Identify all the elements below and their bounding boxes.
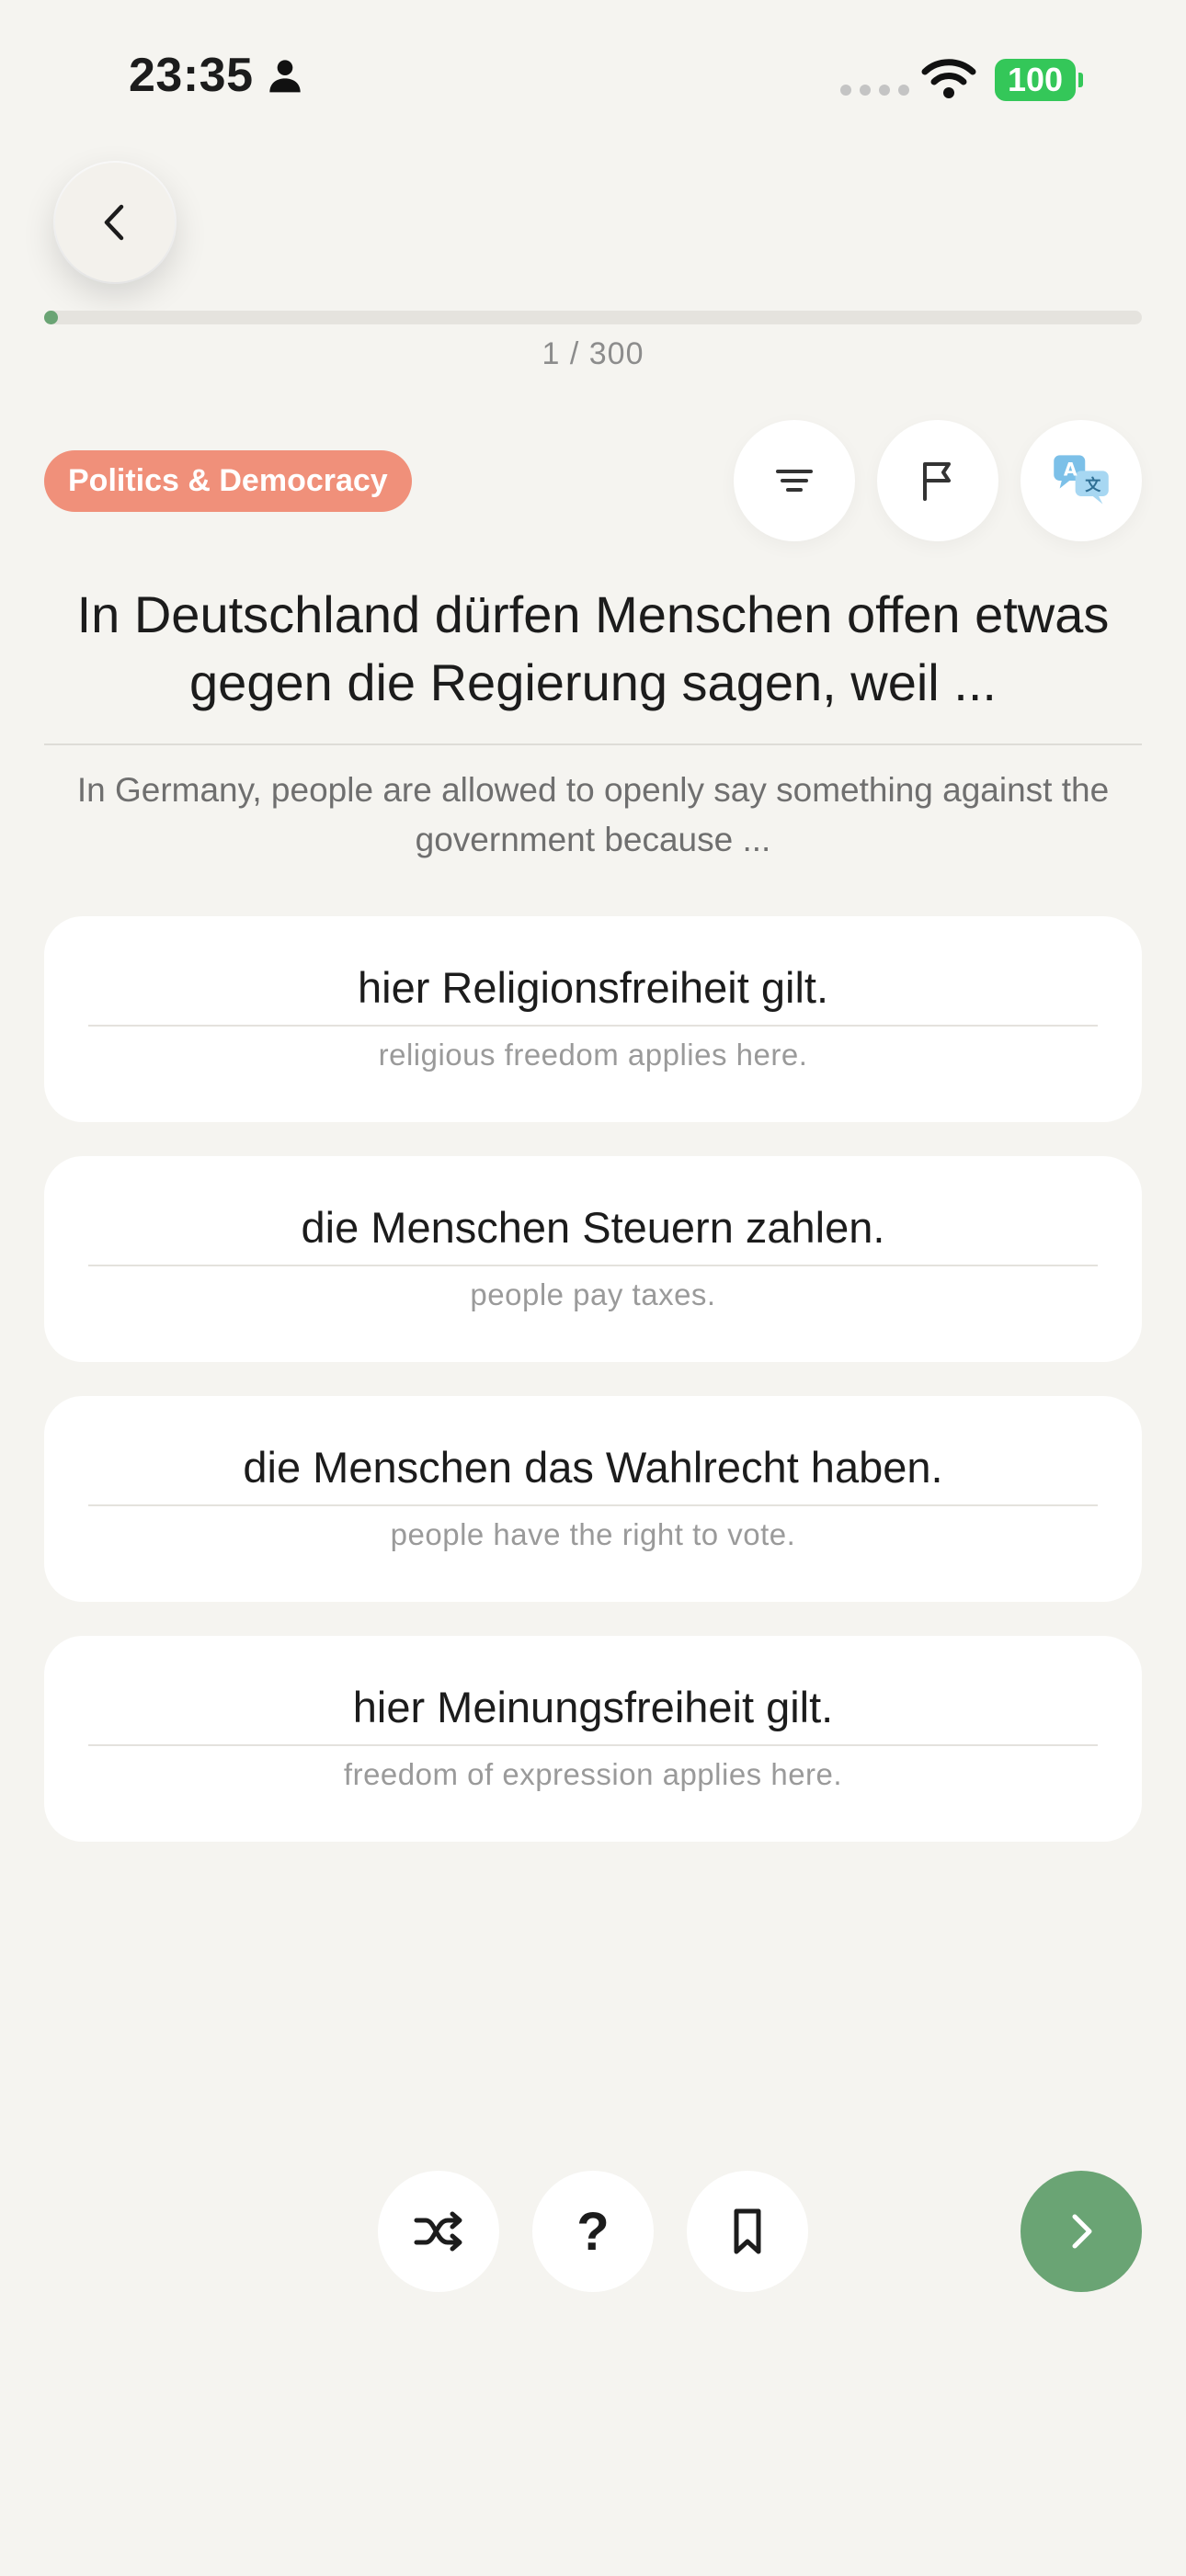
answer-translation: freedom of expression applies here. xyxy=(343,1757,843,1791)
translate-icon: A 文 xyxy=(1054,455,1109,505)
answer-translation: religious freedom applies here. xyxy=(378,1038,808,1072)
svg-text:文: 文 xyxy=(1085,476,1101,495)
chevron-left-icon xyxy=(104,204,124,241)
answer-option-3[interactable]: die Menschen das Wahlrecht haben. people… xyxy=(44,1396,1142,1602)
filter-icon xyxy=(776,470,813,492)
question-translation: In Germany, people are allowed to openly… xyxy=(76,771,1110,858)
answer-text: die Menschen Steuern zahlen. xyxy=(301,1203,885,1252)
answer-text: hier Meinungsfreiheit gilt. xyxy=(352,1683,834,1731)
question-divider xyxy=(44,743,1142,745)
answer-text: hier Religionsfreiheit gilt. xyxy=(357,963,829,1012)
svg-text:A: A xyxy=(1064,460,1078,481)
answer-divider xyxy=(88,1265,1098,1266)
quiz-screen: 23:35 100 1 / 300 Politics & Democracy A… xyxy=(0,0,1186,2576)
wifi-icon xyxy=(921,59,976,98)
status-time-text: 23:35 xyxy=(129,49,254,102)
back-button[interactable] xyxy=(55,163,175,282)
help-icon: ? xyxy=(576,2201,610,2262)
person-icon xyxy=(268,60,301,93)
battery-indicator: 100 xyxy=(995,59,1083,101)
cellular-signal-icon xyxy=(840,85,909,96)
progress-bar xyxy=(44,311,1142,324)
filter-button[interactable] xyxy=(734,420,855,541)
chevron-right-icon xyxy=(1072,2214,1092,2249)
question-text: In Deutschland dürfen Menschen offen etw… xyxy=(76,585,1110,711)
answer-divider xyxy=(88,1744,1098,1746)
help-button[interactable]: ? xyxy=(532,2171,654,2292)
bookmark-icon xyxy=(734,2208,761,2254)
answer-option-1[interactable]: hier Religionsfreiheit gilt. religious f… xyxy=(44,916,1142,1122)
answer-option-4[interactable]: hier Meinungsfreiheit gilt. freedom of e… xyxy=(44,1636,1142,1842)
progress-label: 1 / 300 xyxy=(542,336,644,371)
shuffle-button[interactable] xyxy=(378,2171,499,2292)
answer-divider xyxy=(88,1025,1098,1027)
answer-translation: people have the right to vote. xyxy=(390,1517,796,1551)
category-badge: Politics & Democracy xyxy=(44,450,412,512)
status-time: 23:35 xyxy=(129,48,303,103)
answer-divider xyxy=(88,1504,1098,1506)
next-button[interactable] xyxy=(1021,2171,1142,2292)
flag-icon xyxy=(923,462,951,501)
bookmark-button[interactable] xyxy=(687,2171,808,2292)
report-button[interactable] xyxy=(877,420,998,541)
progress-fill xyxy=(44,311,58,324)
shuffle-icon xyxy=(414,2211,462,2252)
answer-translation: people pay taxes. xyxy=(470,1277,716,1311)
translate-button[interactable]: A 文 xyxy=(1021,420,1142,541)
answer-text: die Menschen das Wahlrecht haben. xyxy=(243,1443,943,1492)
answer-option-2[interactable]: die Menschen Steuern zahlen. people pay … xyxy=(44,1156,1142,1362)
